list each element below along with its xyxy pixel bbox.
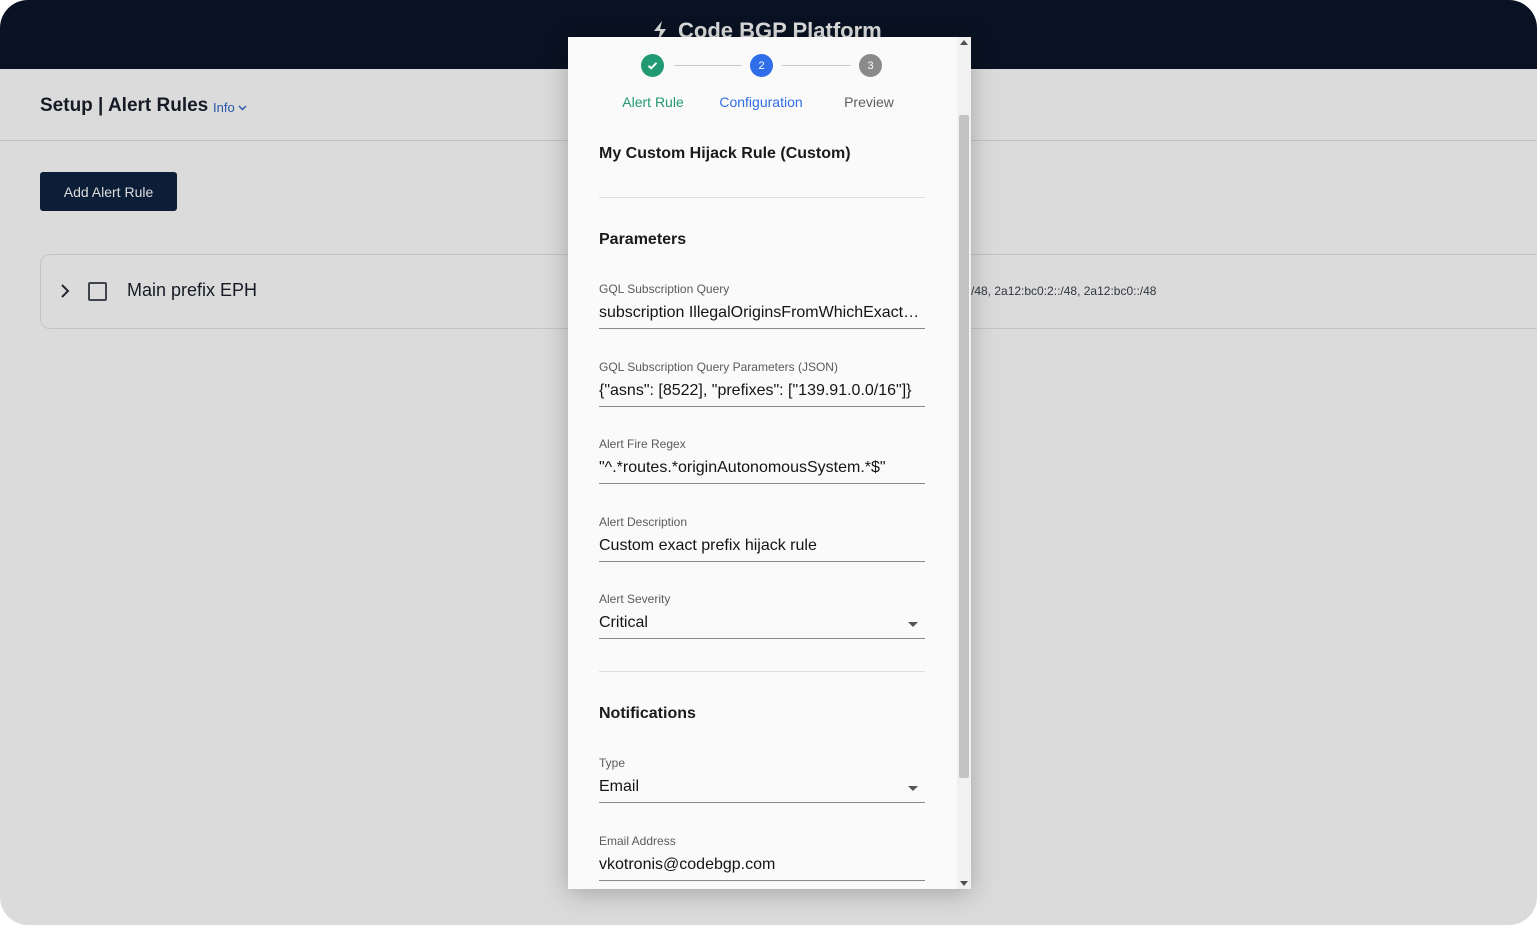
description-input[interactable]: Custom exact prefix hijack rule xyxy=(599,537,925,562)
app-frame: Code BGP Platform Setup | Alert Rules In… xyxy=(0,0,1537,925)
divider xyxy=(599,197,925,198)
step-3-pending: 3 xyxy=(859,54,882,77)
field-label: Alert Severity xyxy=(599,592,671,606)
email-field[interactable]: Email Address vkotronis@codebgp.com xyxy=(599,834,925,881)
scrollbar-thumb[interactable] xyxy=(959,115,969,778)
notification-type-value: Email xyxy=(599,778,640,795)
gql-params-input[interactable]: {"asns": [8522], "prefixes": ["139.91.0.… xyxy=(599,382,925,407)
divider xyxy=(599,671,925,672)
severity-select[interactable]: Critical xyxy=(599,614,925,639)
scroll-down-arrow-icon[interactable] xyxy=(960,881,968,886)
gql-params-field[interactable]: GQL Subscription Query Parameters (JSON)… xyxy=(599,360,925,407)
step-label-configuration[interactable]: Configuration xyxy=(701,94,821,110)
scrollbar[interactable] xyxy=(957,37,971,889)
step-label-preview[interactable]: Preview xyxy=(809,94,929,110)
field-label: GQL Subscription Query xyxy=(599,282,730,296)
notification-type-field[interactable]: Type Email xyxy=(599,756,925,803)
stepper-connector xyxy=(782,65,851,66)
notifications-heading: Notifications xyxy=(599,705,696,722)
gql-query-field[interactable]: GQL Subscription Query subscription Ille… xyxy=(599,282,925,329)
step-label-alert-rule[interactable]: Alert Rule xyxy=(593,94,713,110)
field-label: GQL Subscription Query Parameters (JSON) xyxy=(599,360,838,374)
step-2-active: 2 xyxy=(750,54,773,77)
field-label: Type xyxy=(599,756,626,770)
configuration-dialog: 2 3 Alert Rule Configuration Preview My … xyxy=(568,37,971,889)
severity-value: Critical xyxy=(599,614,648,631)
field-label: Alert Description xyxy=(599,515,688,529)
description-field[interactable]: Alert Description Custom exact prefix hi… xyxy=(599,515,925,562)
dropdown-arrow-icon[interactable] xyxy=(908,622,918,627)
scroll-up-arrow-icon[interactable] xyxy=(960,40,968,45)
check-icon xyxy=(647,62,658,70)
notification-type-select[interactable]: Email xyxy=(599,778,925,803)
fire-regex-field[interactable]: Alert Fire Regex "^.*routes.*originAuton… xyxy=(599,437,925,484)
dropdown-arrow-icon[interactable] xyxy=(908,786,918,791)
gql-query-input[interactable]: subscription IllegalOriginsFromWhichExac… xyxy=(599,304,925,329)
field-label: Email Address xyxy=(599,834,676,848)
stepper-connector xyxy=(674,65,742,66)
step-1-complete xyxy=(641,54,664,77)
rule-title: My Custom Hijack Rule (Custom) xyxy=(599,145,851,162)
fire-regex-input[interactable]: "^.*routes.*originAutonomousSystem.*$" xyxy=(599,459,925,484)
parameters-heading: Parameters xyxy=(599,231,687,248)
severity-field[interactable]: Alert Severity Critical xyxy=(599,592,925,639)
email-input[interactable]: vkotronis@codebgp.com xyxy=(599,856,925,881)
field-label: Alert Fire Regex xyxy=(599,437,686,451)
